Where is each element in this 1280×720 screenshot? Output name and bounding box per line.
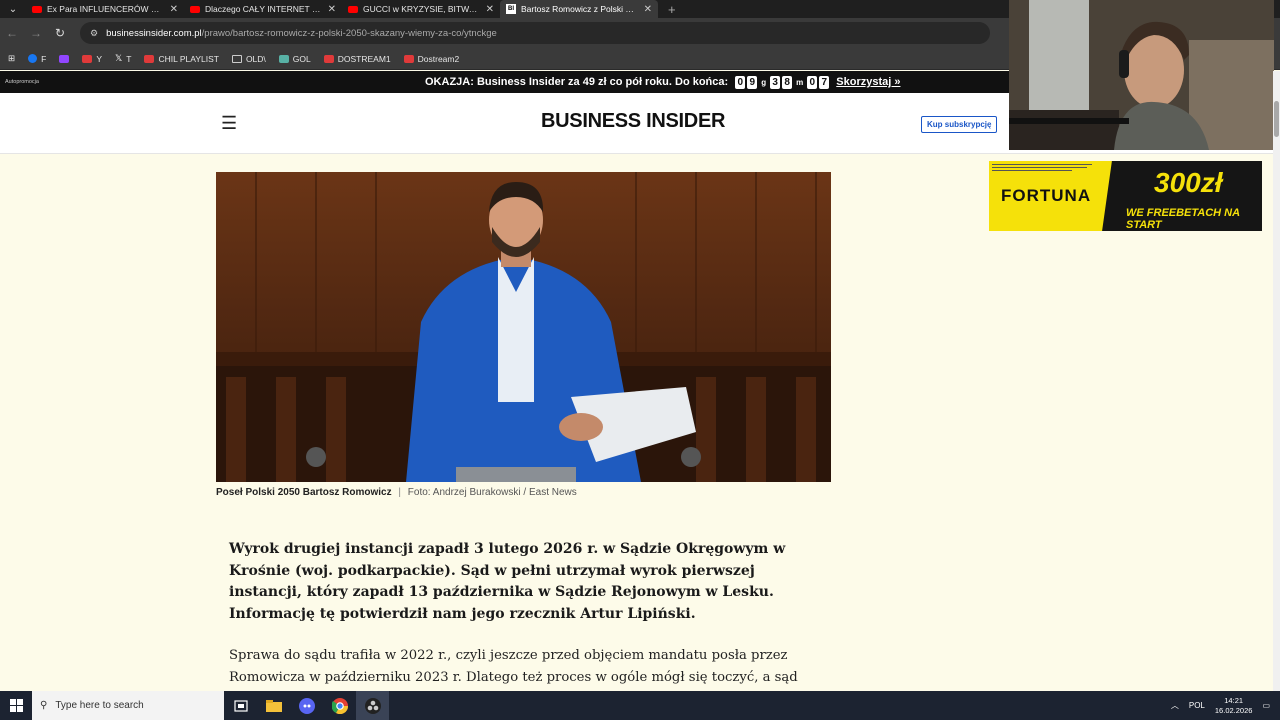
tab-title: Ex Para INFLUENCERÓW Która <box>47 4 165 14</box>
bookmark-chil-playlist[interactable]: CHIL PLAYLIST <box>144 54 219 64</box>
ad-fine-print-lines <box>992 164 1092 171</box>
photo-caption: Poseł Polski 2050 Bartosz Romowicz | Fot… <box>216 487 577 498</box>
language-indicator[interactable]: POL <box>1189 701 1205 710</box>
obs-icon[interactable] <box>356 691 389 720</box>
countdown-unit: m <box>796 77 804 87</box>
url-domain: businessinsider.com.pl <box>106 27 202 39</box>
site-logo[interactable]: BUSINESS INSIDER <box>541 110 725 133</box>
bookmark-youtube[interactable]: Y <box>82 54 102 64</box>
ad-subtitle: WE FREEBETACH NA START <box>1126 207 1240 231</box>
article-lead: Wyrok drugiej instancji zapadł 3 lutego … <box>229 541 786 622</box>
bookmark-facebook[interactable]: F <box>28 54 46 64</box>
article-photo-illustration <box>216 172 831 482</box>
browser-tab-4[interactable]: BI Bartosz Romowicz z Polski 2050 ✕ <box>500 0 658 18</box>
ad-fine-print <box>992 163 1102 174</box>
youtube-icon <box>403 54 414 63</box>
windows-logo <box>9 699 23 712</box>
countdown-digit: 9 <box>747 75 758 89</box>
system-tray: ︿ POL 14:21 16.02.2026 ▭ <box>1171 691 1280 720</box>
countdown-digit: 3 <box>770 75 781 89</box>
youtube-icon <box>323 54 334 63</box>
countdown-unit: g <box>761 77 767 87</box>
bi-icon: BI <box>506 4 516 14</box>
promo-message: OKAZJA: Business Insider za 49 zł co pół… <box>425 75 900 89</box>
caption-credit: Foto: Andrzej Burakowski / East News <box>407 487 577 498</box>
bookmark-x[interactable]: 𝕏T <box>115 53 131 64</box>
scrollbar-thumb[interactable] <box>1274 101 1279 137</box>
youtube-icon <box>144 54 155 63</box>
countdown-digit: 0 <box>807 75 818 89</box>
search-icon: ⚲ <box>40 700 48 711</box>
tab-title: Dlaczego CAŁY INTERNET Obs <box>205 4 323 14</box>
close-tab-icon[interactable]: ✕ <box>328 4 336 15</box>
taskbar-search-input[interactable]: ⚲ Type here to search <box>32 691 224 720</box>
tab-title: Bartosz Romowicz z Polski 2050 <box>521 4 639 14</box>
tab-search-chevron-icon[interactable]: ⌄ <box>0 0 26 18</box>
task-view-icon[interactable] <box>224 691 257 720</box>
bookmark-old-folder[interactable]: OLD\ <box>231 54 266 64</box>
browser-tab-1[interactable]: Ex Para INFLUENCERÓW Która ✕ <box>26 0 184 18</box>
discord-icon[interactable] <box>290 691 323 720</box>
browser-tab-3[interactable]: GUCCI w KRYZYSIE, BITWA o TA ✕ <box>342 0 500 18</box>
notification-icon[interactable]: ▭ <box>1262 701 1270 710</box>
caption-subject: Poseł Polski 2050 Bartosz Romowicz <box>216 487 392 498</box>
youtube-icon <box>190 5 200 13</box>
webcam-illustration <box>1009 0 1274 150</box>
youtube-icon <box>348 5 358 13</box>
promo-cta-link[interactable]: Skorzystaj » <box>836 76 900 88</box>
clock-date: 16.02.2026 <box>1214 705 1253 715</box>
promo-tag: Autopromocja <box>5 79 39 85</box>
countdown-digit: 7 <box>819 75 830 89</box>
tray-chevron-icon[interactable]: ︿ <box>1171 700 1179 711</box>
site-info-icon[interactable]: ⚙ <box>90 28 98 39</box>
bookmark-dostream2[interactable]: Dostream2 <box>403 54 459 64</box>
clock[interactable]: 14:21 16.02.2026 <box>1215 696 1253 716</box>
ad-amount: 300zł <box>1154 167 1223 198</box>
address-bar[interactable]: ⚙ businessinsider.com.pl/prawo/bartosz-r… <box>80 22 990 44</box>
subscribe-button[interactable]: Kup subskrypcję <box>921 116 998 133</box>
folder-icon <box>231 54 242 63</box>
windows-taskbar: ⚲ Type here to search ︿ POL 14:21 16.02.… <box>0 691 1280 720</box>
search-placeholder: Type here to search <box>55 700 144 711</box>
ad-brand: FORTUNA <box>1001 186 1092 205</box>
hamburger-menu-icon[interactable]: ☰ <box>221 113 237 134</box>
bookmark-twitch[interactable] <box>59 54 70 63</box>
bookmark-gol[interactable]: GOL <box>278 54 311 64</box>
countdown-digit: 0 <box>735 75 746 89</box>
windows-start-icon[interactable] <box>0 691 32 720</box>
tab-title: GUCCI w KRYZYSIE, BITWA o TA <box>363 4 481 14</box>
back-icon[interactable]: ← <box>0 26 24 40</box>
caption-separator: | <box>398 487 402 498</box>
close-tab-icon[interactable]: ✕ <box>486 4 494 15</box>
file-explorer-icon[interactable] <box>257 691 290 720</box>
clock-time: 14:21 <box>1224 695 1244 705</box>
reload-icon[interactable]: ↻ <box>48 26 72 40</box>
twitch-icon <box>59 54 70 63</box>
promo-text: OKAZJA: Business Insider za 49 zł co pół… <box>425 76 729 88</box>
chrome-icon[interactable] <box>323 691 356 720</box>
youtube-icon <box>82 54 93 63</box>
url-text: businessinsider.com.pl/prawo/bartosz-rom… <box>106 28 497 39</box>
page-scrollbar[interactable] <box>1273 71 1280 691</box>
browser-tab-2[interactable]: Dlaczego CAŁY INTERNET Obs ✕ <box>184 0 342 18</box>
youtube-icon <box>32 5 42 13</box>
forward-icon[interactable]: → <box>24 26 48 40</box>
article-photo <box>216 172 831 482</box>
facebook-icon <box>28 54 38 63</box>
new-tab-icon[interactable]: + <box>668 2 676 17</box>
url-path: /prawo/bartosz-romowicz-z-polski-2050-sk… <box>201 27 497 39</box>
webcam-overlay <box>1009 0 1274 150</box>
fortuna-ad[interactable]: FORTUNA 300zł WE FREEBETACH NA START <box>989 161 1262 231</box>
countdown-digit: 8 <box>782 75 793 89</box>
bookmark-dostream1[interactable]: DOSTREAM1 <box>323 54 391 64</box>
x-icon: 𝕏 <box>115 53 123 63</box>
gol-icon <box>278 54 289 63</box>
close-tab-icon[interactable]: ✕ <box>170 4 178 15</box>
apps-grid-icon[interactable]: ⊞ <box>8 53 15 64</box>
close-tab-icon[interactable]: ✕ <box>644 4 652 15</box>
